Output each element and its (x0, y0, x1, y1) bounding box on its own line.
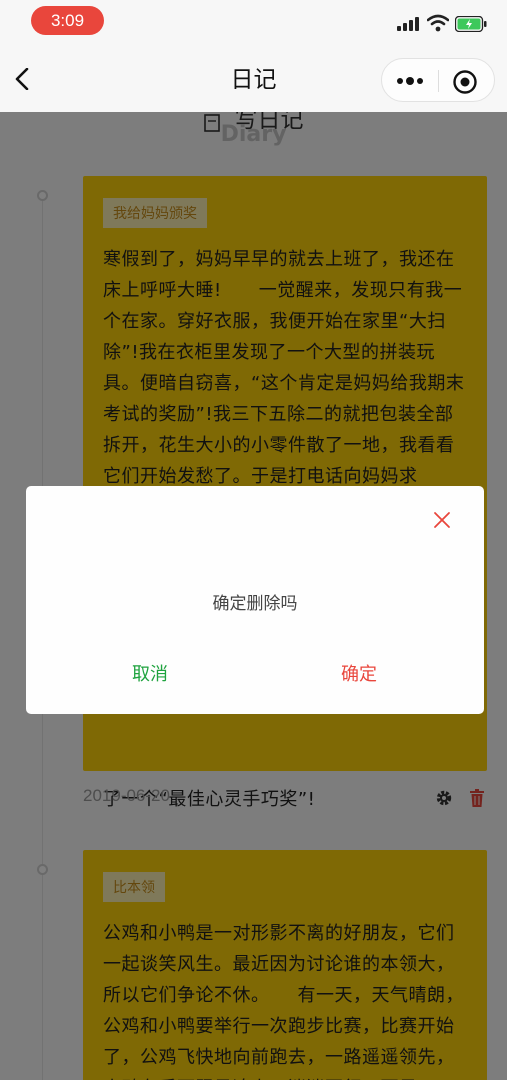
close-icon[interactable] (431, 509, 453, 531)
confirm-button[interactable]: 确定 (294, 656, 424, 694)
status-time: 3:09 (31, 6, 104, 35)
back-arrow-icon[interactable] (12, 68, 34, 90)
delete-confirm-dialog: 确定删除吗 取消 确定 (26, 486, 484, 714)
wifi-icon (427, 14, 449, 32)
cancel-button[interactable]: 取消 (85, 656, 215, 694)
signal-icon (397, 17, 421, 31)
capsule-divider (438, 70, 439, 92)
dialog-message: 确定删除吗 (212, 594, 298, 614)
status-bar: 3:09 (0, 0, 507, 44)
more-icon[interactable] (394, 71, 426, 91)
mini-program-capsule (381, 58, 495, 102)
nav-bar: 日记 (0, 44, 507, 112)
exit-mini-program-icon[interactable] (452, 69, 478, 95)
battery-icon (455, 16, 487, 32)
